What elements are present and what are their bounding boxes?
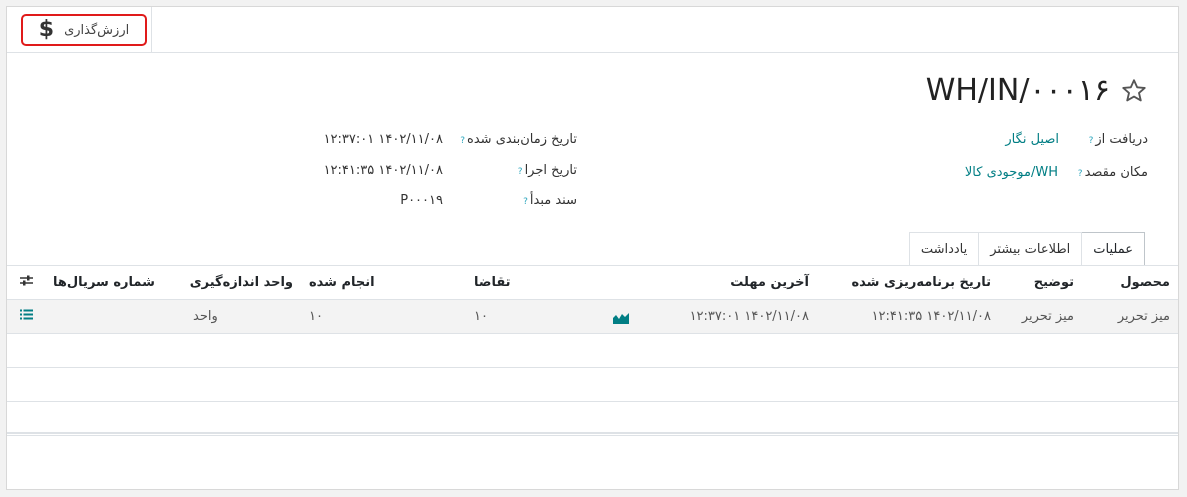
col-product[interactable]: محصول bbox=[1082, 266, 1178, 300]
help-icon[interactable]: ? bbox=[523, 197, 528, 207]
table-row[interactable]: میز تحریر میز تحریر ۱۴۰۲/۱۱/۰۸ ۱۲:۴۱:۳۵ … bbox=[7, 299, 1178, 334]
help-icon[interactable]: ? bbox=[518, 167, 523, 177]
cell-uom[interactable]: واحد bbox=[185, 299, 301, 334]
scheduled-date-label: تاریخ زمان‌بندی شده bbox=[467, 132, 577, 147]
col-demand[interactable]: تقاضا bbox=[466, 266, 637, 300]
operations-table: محصول توضیح تاریخ برنامه‌ریزی شده آخرین … bbox=[7, 266, 1178, 436]
empty-row bbox=[7, 367, 1178, 402]
optional-columns-toggle[interactable] bbox=[7, 266, 45, 300]
smart-bar-divider bbox=[151, 7, 152, 52]
dollar-icon: $ bbox=[38, 17, 55, 42]
cell-demand[interactable]: ۱۰ bbox=[466, 299, 637, 334]
source-document-value: P۰۰۰۱۹ bbox=[400, 193, 443, 208]
receive-from-value[interactable]: اصیل نگار bbox=[1005, 132, 1059, 147]
cell-quantity[interactable]: ۱۰ bbox=[301, 299, 466, 334]
destination-field: مکان مقصد? WH/موجودی کالا bbox=[965, 165, 1148, 180]
col-deadline[interactable]: آخرین مهلت bbox=[637, 266, 817, 300]
receive-from-label: دریافت از bbox=[1095, 132, 1148, 147]
cell-date-scheduled[interactable]: ۱۴۰۲/۱۱/۰۸ ۱۲:۴۱:۳۵ bbox=[817, 299, 999, 334]
cell-serials[interactable] bbox=[45, 299, 185, 334]
tab-operations[interactable]: عملیات bbox=[1081, 232, 1145, 265]
record-title: WH/IN/۰۰۰۱۶ bbox=[925, 73, 1110, 108]
help-icon[interactable]: ? bbox=[460, 136, 465, 146]
tab-additional-info[interactable]: اطلاعات بیشتر bbox=[978, 232, 1083, 265]
table-header-row: محصول توضیح تاریخ برنامه‌ریزی شده آخرین … bbox=[7, 266, 1178, 300]
valuation-label: ارزش‌گذاری bbox=[64, 22, 130, 38]
cell-product[interactable]: میز تحریر bbox=[1082, 299, 1178, 334]
col-serials[interactable]: شماره سریال‌ها bbox=[45, 266, 185, 300]
empty-row bbox=[7, 401, 1178, 436]
source-document-label: سند مبدأ bbox=[529, 193, 577, 208]
effective-date-field: تاریخ اجرا? ۱۴۰۲/۱۱/۰۸ ۱۲:۴۱:۳۵ bbox=[324, 163, 577, 178]
valuation-button[interactable]: $ ارزش‌گذاری bbox=[21, 14, 147, 46]
effective-date-value: ۱۴۰۲/۱۱/۰۸ ۱۲:۴۱:۳۵ bbox=[323, 163, 443, 178]
source-document-field: سند مبدأ? P۰۰۰۱۹ bbox=[400, 193, 577, 208]
detailed-operations-button[interactable] bbox=[7, 299, 45, 334]
smart-button-bar: $ ارزش‌گذاری bbox=[7, 7, 1178, 53]
help-icon[interactable]: ? bbox=[1089, 136, 1094, 146]
col-quantity[interactable]: انجام شده bbox=[301, 266, 466, 300]
col-uom[interactable]: واحد اندازه‌گیری bbox=[185, 266, 301, 300]
empty-row bbox=[7, 333, 1178, 368]
form-view: $ ارزش‌گذاری WH/IN/۰۰۰۱۶ دریافت از? اصیل… bbox=[6, 6, 1179, 490]
help-icon[interactable]: ? bbox=[1078, 169, 1083, 179]
table-bottom-border bbox=[7, 432, 1178, 434]
forecast-chart-icon[interactable] bbox=[613, 312, 629, 324]
notebook-tabs: عملیات اطلاعات بیشتر یادداشت bbox=[908, 232, 1145, 265]
record-title-row: WH/IN/۰۰۰۱۶ bbox=[926, 73, 1148, 108]
col-description[interactable]: توضیح bbox=[999, 266, 1082, 300]
scheduled-date-field: تاریخ زمان‌بندی شده? ۱۴۰۲/۱۱/۰۸ ۱۲:۳۷:۰۱ bbox=[324, 132, 577, 147]
destination-value[interactable]: WH/موجودی کالا bbox=[965, 165, 1058, 180]
tab-note[interactable]: یادداشت bbox=[908, 232, 980, 265]
cell-description[interactable]: میز تحریر bbox=[999, 299, 1082, 334]
scheduled-date-value: ۱۴۰۲/۱۱/۰۸ ۱۲:۳۷:۰۱ bbox=[323, 132, 443, 147]
demand-value: ۱۰ bbox=[474, 309, 488, 324]
effective-date-label: تاریخ اجرا bbox=[524, 163, 577, 178]
list-icon bbox=[19, 309, 33, 320]
col-date-scheduled[interactable]: تاریخ برنامه‌ریزی شده bbox=[817, 266, 999, 300]
star-icon[interactable] bbox=[1120, 77, 1148, 105]
sliders-icon bbox=[19, 275, 33, 286]
cell-deadline[interactable]: ۱۴۰۲/۱۱/۰۸ ۱۲:۳۷:۰۱ bbox=[637, 299, 817, 334]
receive-from-field: دریافت از? اصیل نگار bbox=[1005, 132, 1148, 147]
destination-label: مکان مقصد bbox=[1084, 165, 1148, 180]
